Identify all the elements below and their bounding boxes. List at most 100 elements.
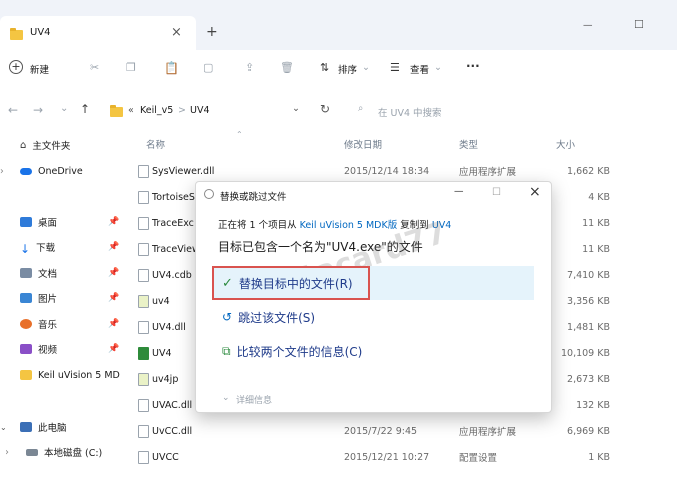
sort-button[interactable]: 排序 — [338, 62, 357, 76]
paste-icon[interactable]: 📋 — [164, 61, 179, 75]
table-row[interactable]: UvCC.dll 2015/7/22 9:45 应用程序扩展 6,969 KB — [138, 418, 618, 444]
more-button[interactable]: ··· — [466, 59, 480, 73]
column-size[interactable]: 大小 — [556, 137, 575, 151]
sidebar-item-label: 文档 — [38, 269, 58, 280]
view-icon[interactable]: ☰ — [390, 61, 400, 74]
address-bar: ← → ⌄ ↑ « Keil_v5 > UV4 ⌄ ↻ ⌕ 在 UV4 中搜索 — [0, 92, 677, 128]
search-icon: ⌕ — [358, 103, 364, 114]
plus-circle-icon[interactable]: + — [9, 60, 23, 74]
exe-icon — [138, 373, 149, 386]
file-icon — [138, 217, 149, 230]
sidebar-item-videos[interactable]: 视频 📌 — [0, 338, 128, 360]
sidebar-item-label: 主文件夹 — [32, 141, 71, 152]
sidebar-item-label: 视频 — [38, 345, 58, 356]
file-icon — [138, 451, 149, 464]
sidebar-item-music[interactable]: 音乐 📌 — [0, 313, 128, 335]
tab-bar: UV4 × + — ☐ — [0, 0, 677, 50]
cut-icon[interactable]: ✂ — [90, 61, 99, 74]
file-icon — [138, 165, 149, 178]
minimize-icon[interactable]: — — [454, 186, 464, 197]
sidebar-item-keil[interactable]: Keil uVision 5 MD — [0, 364, 128, 386]
tab-uv4[interactable]: UV4 × — [0, 16, 196, 50]
pc-icon — [20, 422, 32, 432]
source-link[interactable]: Keil uVision 5 MDK版 — [300, 220, 398, 231]
sidebar-item-label: OneDrive — [38, 165, 83, 177]
compare-option[interactable]: ⧉ 比较两个文件的信息(C) — [212, 334, 534, 368]
column-type[interactable]: 类型 — [459, 137, 478, 151]
sidebar-item-label: 桌面 — [38, 218, 58, 229]
sidebar-item-documents[interactable]: 文档 📌 — [0, 262, 128, 284]
replace-option[interactable]: ✓ 替换目标中的文件(R) — [212, 266, 370, 300]
exe-icon — [138, 295, 149, 308]
table-row[interactable]: UVCC 2015/12/21 10:27 配置设置 1 KB — [138, 444, 618, 470]
up-icon[interactable]: ↑ — [80, 102, 90, 116]
skip-icon: ↺ — [222, 310, 233, 324]
share-icon[interactable]: ⇪ — [245, 61, 254, 74]
check-icon: ✓ — [222, 275, 233, 291]
breadcrumb-separator: > — [178, 105, 186, 116]
pin-icon[interactable]: 📌 — [108, 344, 119, 354]
chevron-down-icon[interactable]: ⌄ — [292, 103, 300, 114]
forward-icon[interactable]: → — [33, 103, 43, 117]
replace-label: 替换目标中的文件(R) — [238, 276, 353, 291]
skip-option[interactable]: ↺ 跳过该文件(S) — [212, 300, 534, 334]
dialog-title: 替换或跳过文件 — [220, 192, 287, 203]
file-icon — [138, 399, 149, 412]
pin-icon[interactable]: 📌 — [108, 268, 119, 278]
sidebar-item-downloads[interactable]: ↓ 下载 📌 — [0, 236, 128, 258]
minimize-icon[interactable]: — — [583, 20, 593, 31]
file-icon — [138, 321, 149, 334]
close-icon[interactable]: × — [171, 25, 182, 40]
view-button[interactable]: 查看 — [410, 62, 429, 76]
compare-label: 比较两个文件的信息(C) — [236, 344, 363, 359]
breadcrumb-keil[interactable]: Keil_v5 — [140, 105, 173, 116]
back-icon[interactable]: ← — [8, 103, 18, 117]
sidebar-item-desktop[interactable]: 桌面 📌 — [0, 211, 128, 233]
home-icon: ⌂ — [20, 140, 27, 151]
refresh-icon[interactable]: ↻ — [320, 102, 330, 116]
sidebar-item-label: 本地磁盘 (C:) — [44, 448, 103, 459]
file-icon — [138, 243, 149, 256]
music-icon — [20, 319, 32, 329]
copy-icon[interactable]: ❐ — [126, 61, 136, 74]
breadcrumb-uv4[interactable]: UV4 — [190, 105, 210, 116]
column-name[interactable]: 名称 — [146, 137, 165, 151]
status-prefix: 正在将 1 个项目从 — [218, 220, 297, 231]
pin-icon[interactable]: 📌 — [108, 293, 119, 303]
folder-icon — [10, 28, 23, 40]
sidebar-item-this-pc[interactable]: ⌄ 此电脑 — [0, 416, 128, 438]
search-input[interactable]: 在 UV4 中搜索 — [378, 105, 442, 119]
sidebar-item-drive-c[interactable]: › 本地磁盘 (C:) — [0, 441, 128, 463]
sort-icon[interactable]: ⇅ — [320, 61, 329, 74]
chevron-down-icon[interactable]: ⌄ — [222, 393, 230, 403]
sidebar-item-home[interactable]: ⌂ 主文件夹 — [0, 134, 128, 156]
sidebar-item-onedrive[interactable]: › OneDrive — [0, 160, 128, 182]
pin-icon[interactable]: 📌 — [108, 242, 119, 252]
chevron-down-icon: ⌄ — [434, 62, 442, 73]
column-date[interactable]: 修改日期 — [344, 137, 382, 151]
pin-icon[interactable]: 📌 — [108, 217, 119, 227]
breadcrumb-overflow[interactable]: « — [128, 105, 134, 116]
file-icon — [138, 269, 149, 282]
column-header: 名称 ⌃ 修改日期 类型 大小 — [138, 128, 618, 154]
sidebar-item-label: 下载 — [36, 243, 56, 254]
delete-icon[interactable]: 🗑 — [280, 61, 294, 74]
desktop-icon — [20, 217, 32, 227]
compare-icon: ⧉ — [222, 343, 231, 358]
document-icon — [20, 268, 32, 278]
maximize-icon[interactable]: ☐ — [634, 18, 644, 31]
new-tab-icon[interactable]: + — [206, 24, 218, 40]
sidebar-item-pictures[interactable]: 图片 📌 — [0, 287, 128, 309]
copy-progress-icon — [204, 189, 214, 199]
details-toggle[interactable]: 详细信息 — [236, 393, 272, 406]
chevron-down-icon[interactable]: ⌄ — [60, 103, 68, 114]
pin-icon[interactable]: 📌 — [108, 319, 119, 329]
rename-icon[interactable]: ▢ — [203, 61, 213, 74]
sidebar-item-label: 图片 — [38, 294, 58, 305]
sort-arrow-icon: ⌃ — [236, 130, 243, 139]
new-button[interactable]: 新建 — [30, 62, 49, 76]
sidebar-item-label: Keil uVision 5 MD — [38, 369, 120, 381]
close-icon[interactable]: × — [529, 184, 541, 200]
sidebar-item-label: 音乐 — [38, 320, 58, 331]
maximize-icon: ☐ — [492, 187, 501, 198]
